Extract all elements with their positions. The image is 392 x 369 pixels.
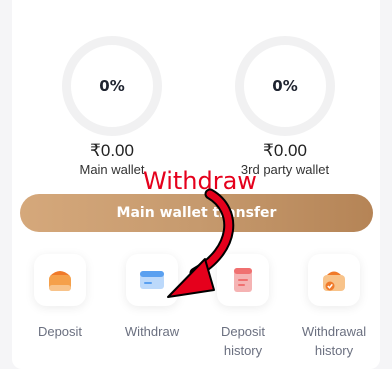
withdrawal-history-icon — [323, 271, 345, 291]
third-party-wallet-amount: ₹0.00 — [263, 141, 307, 160]
withdraw-label: Withdraw — [124, 324, 180, 339]
card-icon — [140, 271, 164, 289]
deposit-label: Deposit — [37, 324, 83, 339]
third-party-wallet-percent: 0% — [272, 77, 298, 95]
main-wallet-ring: 0% — [62, 36, 162, 136]
deposit-history-action[interactable]: Deposit history — [201, 254, 285, 360]
main-wallet-percent: 0% — [99, 77, 125, 95]
deposit-tile[interactable] — [34, 254, 86, 306]
withdrawal-history-action[interactable]: Withdrawal history — [292, 254, 376, 360]
deposit-history-label: Deposit history — [220, 324, 266, 358]
withdraw-action[interactable]: Withdraw — [110, 254, 194, 341]
main-wallet-transfer-button[interactable]: Main wallet transfer — [20, 194, 373, 232]
third-party-wallet-ring: 0% — [235, 36, 335, 136]
withdrawal-history-tile[interactable] — [308, 254, 360, 306]
third-party-wallet: 0% ₹0.00 3rd party wallet — [235, 36, 335, 178]
withdraw-annotation: Withdraw — [143, 167, 257, 195]
withdrawal-history-label: Withdrawal history — [301, 324, 367, 358]
deposit-history-icon — [234, 268, 252, 292]
wallet-icon — [49, 271, 71, 291]
withdraw-tile[interactable] — [126, 254, 178, 306]
main-wallet-amount: ₹0.00 — [90, 141, 134, 160]
deposit-action[interactable]: Deposit — [18, 254, 102, 341]
deposit-history-tile[interactable] — [217, 254, 269, 306]
main-wallet: 0% ₹0.00 Main wallet — [62, 36, 162, 178]
